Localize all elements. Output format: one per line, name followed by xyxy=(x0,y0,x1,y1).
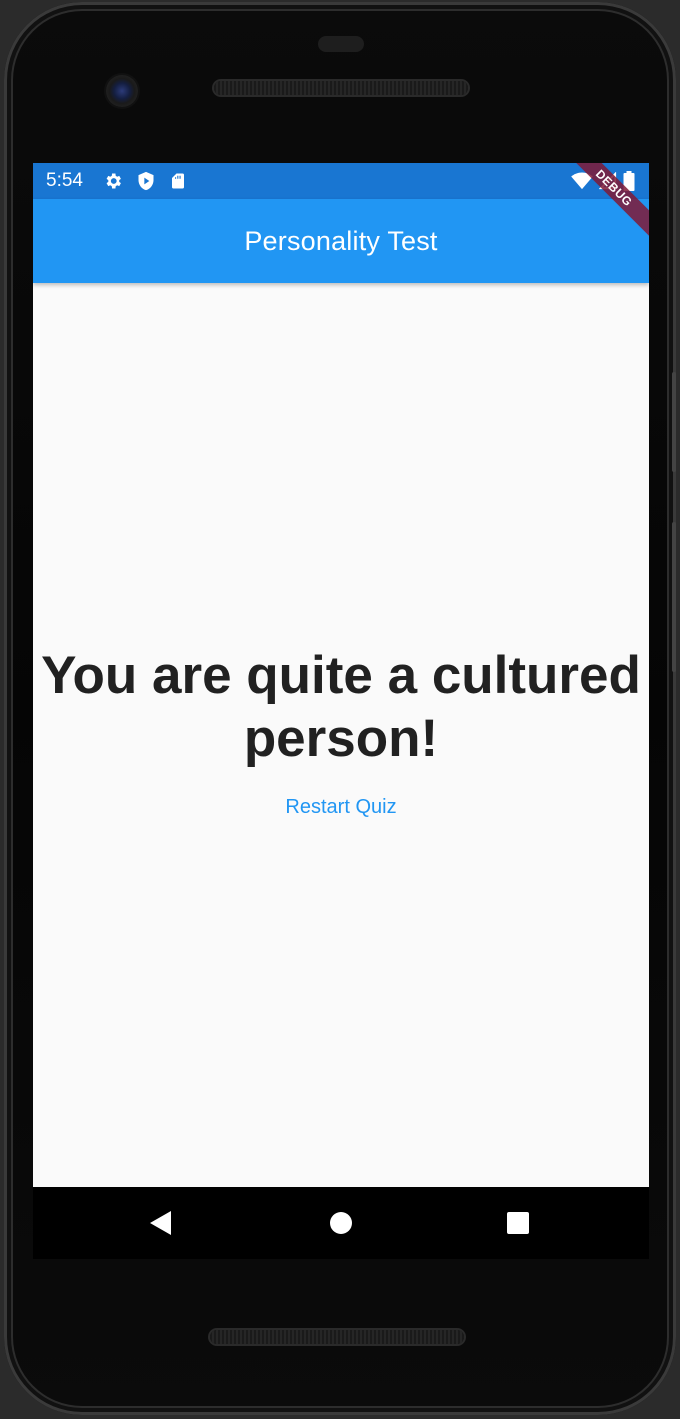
back-icon[interactable] xyxy=(147,1209,175,1237)
volume-button xyxy=(672,372,676,472)
sd-card-icon xyxy=(169,171,187,196)
status-notification-icons xyxy=(103,171,187,196)
result-text: You are quite a cultured person! xyxy=(41,645,641,768)
power-button xyxy=(672,522,676,672)
proximity-sensor xyxy=(318,36,364,52)
bottom-speaker-grille xyxy=(210,1330,464,1344)
restart-quiz-button[interactable]: Restart Quiz xyxy=(273,788,408,827)
emulator-stage: 5:54 Personality Test DEBUG You are quit… xyxy=(0,0,680,1419)
app-bar: Personality Test xyxy=(33,199,649,283)
front-camera-icon xyxy=(106,75,138,107)
navigation-bar xyxy=(33,1187,649,1259)
device-screen: 5:54 Personality Test DEBUG You are quit… xyxy=(33,163,649,1187)
result-screen: You are quite a cultured person! Restart… xyxy=(33,283,649,1187)
settings-icon xyxy=(103,171,123,196)
shield-icon xyxy=(136,171,156,196)
top-speaker-grille xyxy=(214,81,468,95)
home-icon[interactable] xyxy=(327,1209,355,1237)
status-time: 5:54 xyxy=(46,170,83,191)
recents-icon[interactable] xyxy=(504,1209,532,1237)
status-bar: 5:54 xyxy=(33,163,649,199)
app-title: Personality Test xyxy=(244,225,438,256)
